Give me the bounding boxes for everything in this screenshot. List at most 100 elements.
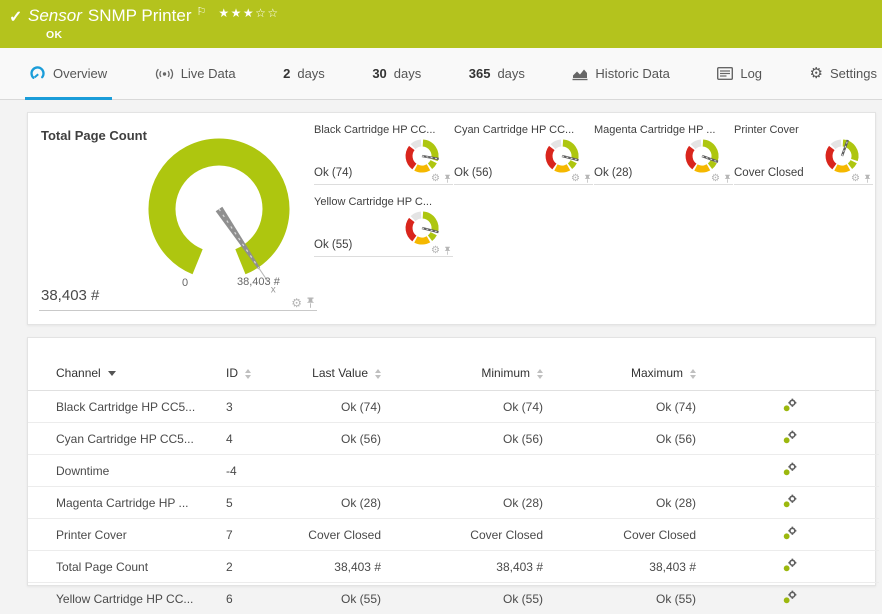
channel-minimum: Ok (56) [383,423,573,455]
status-check-icon: ✓ [9,7,22,27]
tab-30-days[interactable]: 30 days [367,48,426,99]
gauge-tile[interactable]: Yellow Cartridge HP C... Ok (55) ⚙ [314,193,453,257]
pin-icon[interactable] [444,174,451,184]
gauge-max-label: 38,403 # [237,276,281,288]
gauges-panel: Total Page Count x038,403 # 38,403 # ⚙ B… [27,112,876,325]
sort-descending-icon [108,371,116,376]
sort-icon [375,369,381,379]
channel-name: Black Cartridge HP CC5... [28,391,226,423]
channel-maximum [573,455,726,487]
channel-id: 2 [226,551,296,583]
tab-log[interactable]: Log [712,48,767,99]
gear-icon[interactable]: ⚙ [431,174,440,184]
column-header-id[interactable]: ID [226,360,296,391]
tab-2-days[interactable]: 2 days [278,48,330,99]
table-row[interactable]: Printer Cover 7 Cover Closed Cover Close… [28,519,879,551]
column-header-minimum[interactable]: Minimum [383,360,573,391]
channel-last-value: Ok (28) [296,487,383,519]
total-page-count-tile[interactable]: Total Page Count x038,403 # 38,403 # ⚙ [39,121,317,311]
gauge-dial [679,131,725,179]
table-row[interactable]: Magenta Cartridge HP ... 5 Ok (28) Ok (2… [28,487,879,519]
channel-last-value: 38,403 # [296,551,383,583]
edit-channel-icon[interactable] [783,462,797,476]
gear-icon: ⚙ [810,66,823,81]
channel-name: Yellow Cartridge HP CC... [28,583,226,614]
gauge-tile[interactable]: Cyan Cartridge HP CC... Ok (56) ⚙ [454,121,593,185]
tab-live-data[interactable]: Live Data [150,48,241,99]
channel-minimum: Ok (74) [383,391,573,423]
channel-id: 5 [226,487,296,519]
gauge-tile[interactable]: Printer Cover Cover Closed ⚙ [734,121,873,185]
channel-id: -4 [226,455,296,487]
channel-table: Channel ID Last Value Minimum Maximum Bl… [28,360,879,614]
tab-bar: Overview Live Data 2 days 30 days 365 da… [0,48,882,100]
channel-name: Total Page Count [28,551,226,583]
edit-channel-icon[interactable] [783,430,797,444]
gear-icon[interactable]: ⚙ [711,174,720,184]
pin-icon[interactable] [864,174,871,184]
table-row[interactable]: Black Cartridge HP CC5... 3 Ok (74) Ok (… [28,391,879,423]
table-row[interactable]: Cyan Cartridge HP CC5... 4 Ok (56) Ok (5… [28,423,879,455]
flag-icon[interactable]: ⚐ [196,6,206,18]
channel-last-value: Ok (74) [296,391,383,423]
gauge-tile-value: Cover Closed [734,167,804,179]
gauge-icon [30,66,46,82]
channel-maximum: Ok (55) [573,583,726,614]
gear-icon[interactable]: ⚙ [291,297,302,309]
pin-icon[interactable] [724,174,731,184]
small-gauge-grid: Black Cartridge HP CC... Ok (74) ⚙ Cyan … [314,121,873,257]
pin-icon[interactable] [444,246,451,256]
status-badge: OK [46,29,62,41]
gear-icon[interactable]: ⚙ [851,174,860,184]
channel-name: Downtime [28,455,226,487]
edit-channel-icon[interactable] [783,494,797,508]
channel-maximum: 38,403 # [573,551,726,583]
page-title: SensorSNMP Printer⚐★★★☆☆ [28,5,280,26]
gauge-tile-value: 38,403 # [41,287,99,304]
column-header-channel[interactable]: Channel [28,360,226,391]
edit-channel-icon[interactable] [783,526,797,540]
gauge-dial [819,131,865,179]
channel-maximum: Ok (28) [573,487,726,519]
edit-channel-icon[interactable] [783,558,797,572]
log-icon [717,67,733,80]
gear-icon[interactable]: ⚙ [431,246,440,256]
column-header-maximum[interactable]: Maximum [573,360,726,391]
table-row[interactable]: Yellow Cartridge HP CC... 6 Ok (55) Ok (… [28,583,879,614]
gauge-tile[interactable]: Magenta Cartridge HP ... Ok (28) ⚙ [594,121,733,185]
edit-channel-icon[interactable] [783,590,797,604]
pin-icon[interactable] [584,174,591,184]
channel-last-value: Ok (55) [296,583,383,614]
gauge-dial [539,131,585,179]
channel-last-value [296,455,383,487]
edit-channel-icon[interactable] [783,398,797,412]
channel-last-value: Cover Closed [296,519,383,551]
sensor-header: ✓ SensorSNMP Printer⚐★★★☆☆ OK [0,0,882,48]
gauge-tile-value: Ok (28) [594,167,632,179]
tab-365-days[interactable]: 365 days [464,48,530,99]
channel-name: Magenta Cartridge HP ... [28,487,226,519]
gauge-dial [399,131,445,179]
channel-maximum: Ok (56) [573,423,726,455]
gear-icon[interactable]: ⚙ [571,174,580,184]
channel-maximum: Ok (74) [573,391,726,423]
channel-minimum: Ok (55) [383,583,573,614]
channel-name: Printer Cover [28,519,226,551]
sort-icon [690,369,696,379]
column-header-last-value[interactable]: Last Value [296,360,383,391]
tab-overview[interactable]: Overview [25,48,112,99]
live-icon [155,67,174,81]
table-row[interactable]: Downtime -4 [28,455,879,487]
table-row[interactable]: Total Page Count 2 38,403 # 38,403 # 38,… [28,551,879,583]
channel-minimum: Ok (28) [383,487,573,519]
gauge-tile-value: Ok (55) [314,239,352,251]
total-page-count-gauge: x038,403 # [113,129,325,301]
tab-settings[interactable]: ⚙ Settings [805,48,882,99]
sensor-name: SNMP Printer [88,6,192,25]
channel-minimum: Cover Closed [383,519,573,551]
priority-stars[interactable]: ★★★☆☆ [218,6,279,20]
tab-historic-data[interactable]: Historic Data [567,48,674,99]
channel-minimum: 38,403 # [383,551,573,583]
pin-icon[interactable] [306,297,315,309]
gauge-tile[interactable]: Black Cartridge HP CC... Ok (74) ⚙ [314,121,453,185]
